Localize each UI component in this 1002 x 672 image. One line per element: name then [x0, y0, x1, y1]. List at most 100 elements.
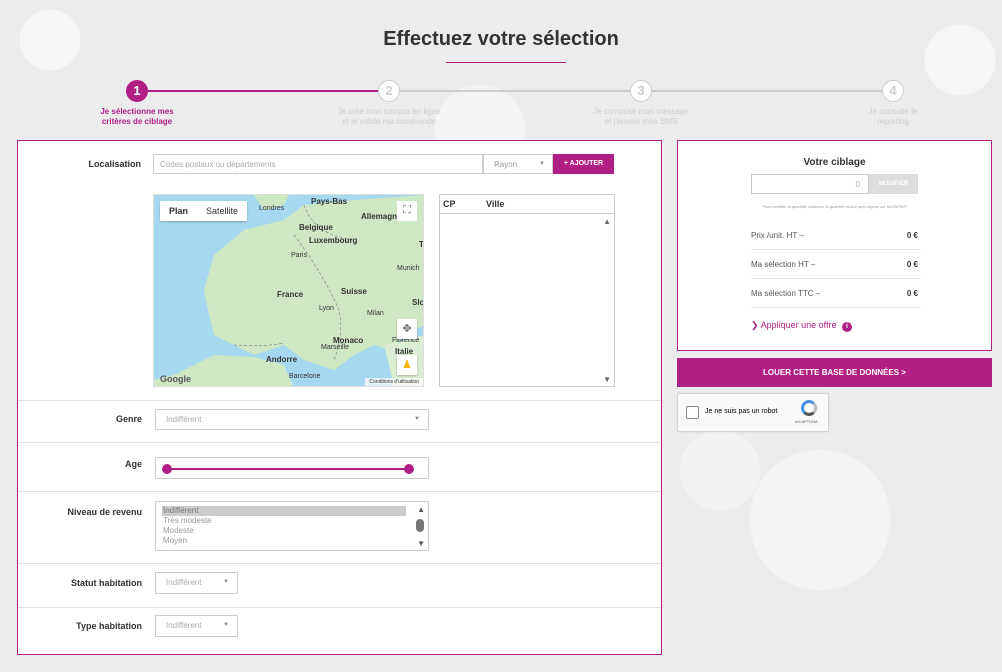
map-place-suisse: Suisse [341, 287, 367, 296]
info-icon[interactable]: i [841, 322, 852, 332]
revenu-option[interactable]: Indifférent [162, 506, 406, 516]
ciblage-panel: Votre ciblage 0 MODIFIER Pour modifier l… [677, 140, 992, 351]
price-label: Ma sélection TTC – [751, 289, 821, 298]
scroll-up-icon[interactable]: ▲ [417, 505, 425, 514]
revenu-listbox[interactable]: Indifférent Très modeste Modeste Moyen ▲… [155, 501, 429, 551]
age-min-handle[interactable] [162, 464, 172, 474]
map-place-milan: Milan [367, 310, 384, 317]
map-place-lyon: Lyon [319, 305, 334, 312]
chevron-down-icon: ▼ [414, 416, 420, 422]
statut-select[interactable]: Indifférent ▼ [155, 572, 238, 594]
price-value: 0 € [906, 289, 918, 298]
slider-fill [166, 468, 410, 470]
selection-panel: Localisation Codes postaux ou départemen… [17, 140, 662, 655]
map-place-slo: Slo [412, 298, 424, 307]
cp-ville-list[interactable]: CP Ville ▲ ▼ [439, 194, 615, 387]
step-3-label: Je compose mon message et j'envoie mes S… [593, 107, 689, 126]
genre-select[interactable]: Indifférent ▼ [155, 409, 429, 430]
statut-value: Indifférent [166, 578, 202, 587]
type-select[interactable]: Indifférent ▼ [155, 615, 238, 637]
add-location-button[interactable]: + AJOUTER [553, 154, 614, 174]
street-view-pegman-icon[interactable]: ♟ [397, 355, 417, 375]
scrollbar-thumb[interactable] [416, 519, 424, 532]
scroll-down-icon[interactable]: ▼ [417, 539, 425, 548]
genre-label: Genre [115, 414, 142, 424]
apply-offer-link[interactable]: ❯ Appliquer une offre i [751, 320, 852, 332]
quantity-input[interactable]: 0 [751, 174, 869, 194]
captcha-label: Je ne suis pas un robot [705, 408, 778, 415]
fullscreen-icon[interactable]: ⛶ [397, 201, 417, 221]
ciblage-title: Votre ciblage [803, 157, 866, 168]
captcha-checkbox[interactable] [686, 406, 699, 419]
map-place-belgique: Belgique [299, 223, 333, 232]
map-terms-link[interactable]: Conditions d'utilisation [365, 378, 423, 386]
rayon-value: Rayon [494, 160, 518, 169]
price-value: 0 € [906, 260, 918, 269]
price-row: Ma sélection HT – 0 € [751, 250, 921, 279]
map-place-france: France [277, 290, 304, 299]
map-place-barcelone: Barcelone [289, 373, 321, 380]
map-place-t: T [419, 240, 424, 249]
age-range-slider[interactable] [155, 457, 429, 479]
chevron-down-icon: ❯ [751, 320, 759, 330]
chevron-down-icon: ▼ [223, 579, 229, 585]
ville-column-header: Ville [486, 199, 505, 209]
map-tab-plan[interactable]: Plan [160, 201, 197, 221]
title-underline [446, 62, 566, 63]
recaptcha-logo-icon [801, 400, 817, 416]
map-tab-satellite[interactable]: Satellite [197, 201, 247, 221]
map-pan-icon[interactable]: ✥ [397, 319, 417, 339]
step-1-circle: 1 [126, 80, 148, 102]
type-label: Type habitation [76, 621, 142, 631]
step-3-circle: 3 [630, 80, 652, 102]
revenu-option[interactable]: Très modeste [156, 516, 408, 526]
price-value: 0 € [906, 231, 918, 240]
modify-button[interactable]: MODIFIER [869, 174, 918, 194]
divider [18, 563, 661, 564]
price-row: Ma sélection TTC – 0 € [751, 279, 921, 308]
age-label: Age [124, 459, 142, 469]
step-line-2 [400, 90, 630, 92]
step-2-label: Je crée mon compte en ligne et je valide… [337, 107, 441, 126]
apply-offer-label: Appliquer une offre [760, 320, 837, 330]
map-place-andorre: Andorre [266, 355, 298, 364]
revenu-label: Niveau de revenu [67, 507, 142, 517]
age-max-handle[interactable] [404, 464, 414, 474]
chevron-down-icon: ▼ [539, 161, 545, 167]
map-place-londres: Londres [259, 205, 285, 212]
step-line-1 [148, 90, 378, 92]
map-view[interactable]: Londres Pays-Bas Belgique Luxembourg All… [153, 194, 424, 387]
revenu-option[interactable]: Modeste [156, 526, 408, 536]
price-row: Prix /unit. HT – 0 € [751, 221, 921, 250]
divider [18, 607, 661, 608]
map-place-luxembourg: Luxembourg [309, 236, 358, 245]
google-logo: Google [160, 374, 191, 384]
map-place-munich: Munich [397, 265, 420, 272]
rayon-select[interactable]: Rayon ▼ [483, 154, 553, 174]
quantity-note: Pour modifier la quantité, saisissez la … [762, 204, 907, 209]
scroll-up-icon[interactable]: ▲ [603, 217, 611, 226]
rent-database-button[interactable]: LOUER CETTE BASE DE DONNÉES > [677, 358, 992, 387]
chevron-down-icon: ▼ [223, 622, 229, 628]
step-1-label: Je sélectionne mes critères de ciblage [100, 107, 174, 126]
recaptcha-brand: reCAPTCHA [795, 419, 818, 424]
divider [18, 400, 661, 401]
map-place-paris: Paris [291, 252, 307, 259]
cp-list-header: CP Ville [440, 195, 614, 214]
genre-value: Indifférent [166, 415, 202, 424]
map-place-allemagne: Allemagne [361, 212, 402, 221]
divider [18, 442, 661, 443]
step-4-circle: 4 [882, 80, 904, 102]
step-4-label: Je consulte le reporting [868, 107, 918, 126]
map-place-marseille: Marseille [321, 344, 350, 351]
page-title: Effectuez votre sélection [383, 28, 619, 50]
localisation-input[interactable]: Codes postaux ou départements [153, 154, 483, 174]
statut-label: Statut habitation [71, 578, 142, 588]
map-place-pays-bas: Pays-Bas [311, 197, 348, 206]
cp-column-header: CP [443, 199, 456, 209]
step-line-3 [652, 90, 882, 92]
scroll-down-icon[interactable]: ▼ [603, 375, 611, 384]
step-2-circle: 2 [378, 80, 400, 102]
revenu-option[interactable]: Moyen [156, 536, 408, 546]
map-type-toggle: Plan Satellite [160, 201, 248, 221]
